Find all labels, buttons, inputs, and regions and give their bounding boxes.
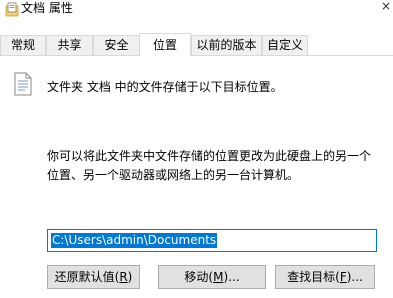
- location-path-text: C:\Users\admin\Documents: [51, 233, 218, 248]
- restore-default-button[interactable]: 还原默认值(R): [47, 265, 140, 289]
- close-button[interactable]: ×: [379, 0, 393, 16]
- folder-document-icon: [5, 2, 19, 17]
- window-title: 文档 属性: [21, 1, 73, 15]
- tab-general[interactable]: 常规: [0, 35, 46, 55]
- move-button[interactable]: 移动(M)...: [158, 265, 266, 289]
- title-bar: 文档 属性 ×: [0, 0, 393, 30]
- location-description: 文件夹 文档 中的文件存储于以下目标位置。: [47, 80, 283, 94]
- tab-customize[interactable]: 自定义: [262, 35, 308, 55]
- tab-previous-versions[interactable]: 以前的版本: [191, 35, 262, 55]
- tab-sharing[interactable]: 共享: [46, 35, 93, 55]
- tab-security[interactable]: 安全: [93, 35, 140, 55]
- tab-location[interactable]: 位置: [139, 33, 191, 56]
- document-icon: [14, 72, 32, 96]
- location-path-input[interactable]: C:\Users\admin\Documents: [47, 229, 377, 252]
- location-info-line-2: 位置、另一个驱动器或网络上的另一台计算机。: [47, 168, 300, 182]
- find-target-button[interactable]: 查找目标(F)...: [275, 265, 375, 289]
- location-info-line-1: 你可以将此文件夹中文件存储的位置更改为此硬盘上的另一个: [47, 149, 372, 163]
- location-info: 你可以将此文件夹中文件存储的位置更改为此硬盘上的另一个 位置、另一个驱动器或网络…: [47, 147, 387, 185]
